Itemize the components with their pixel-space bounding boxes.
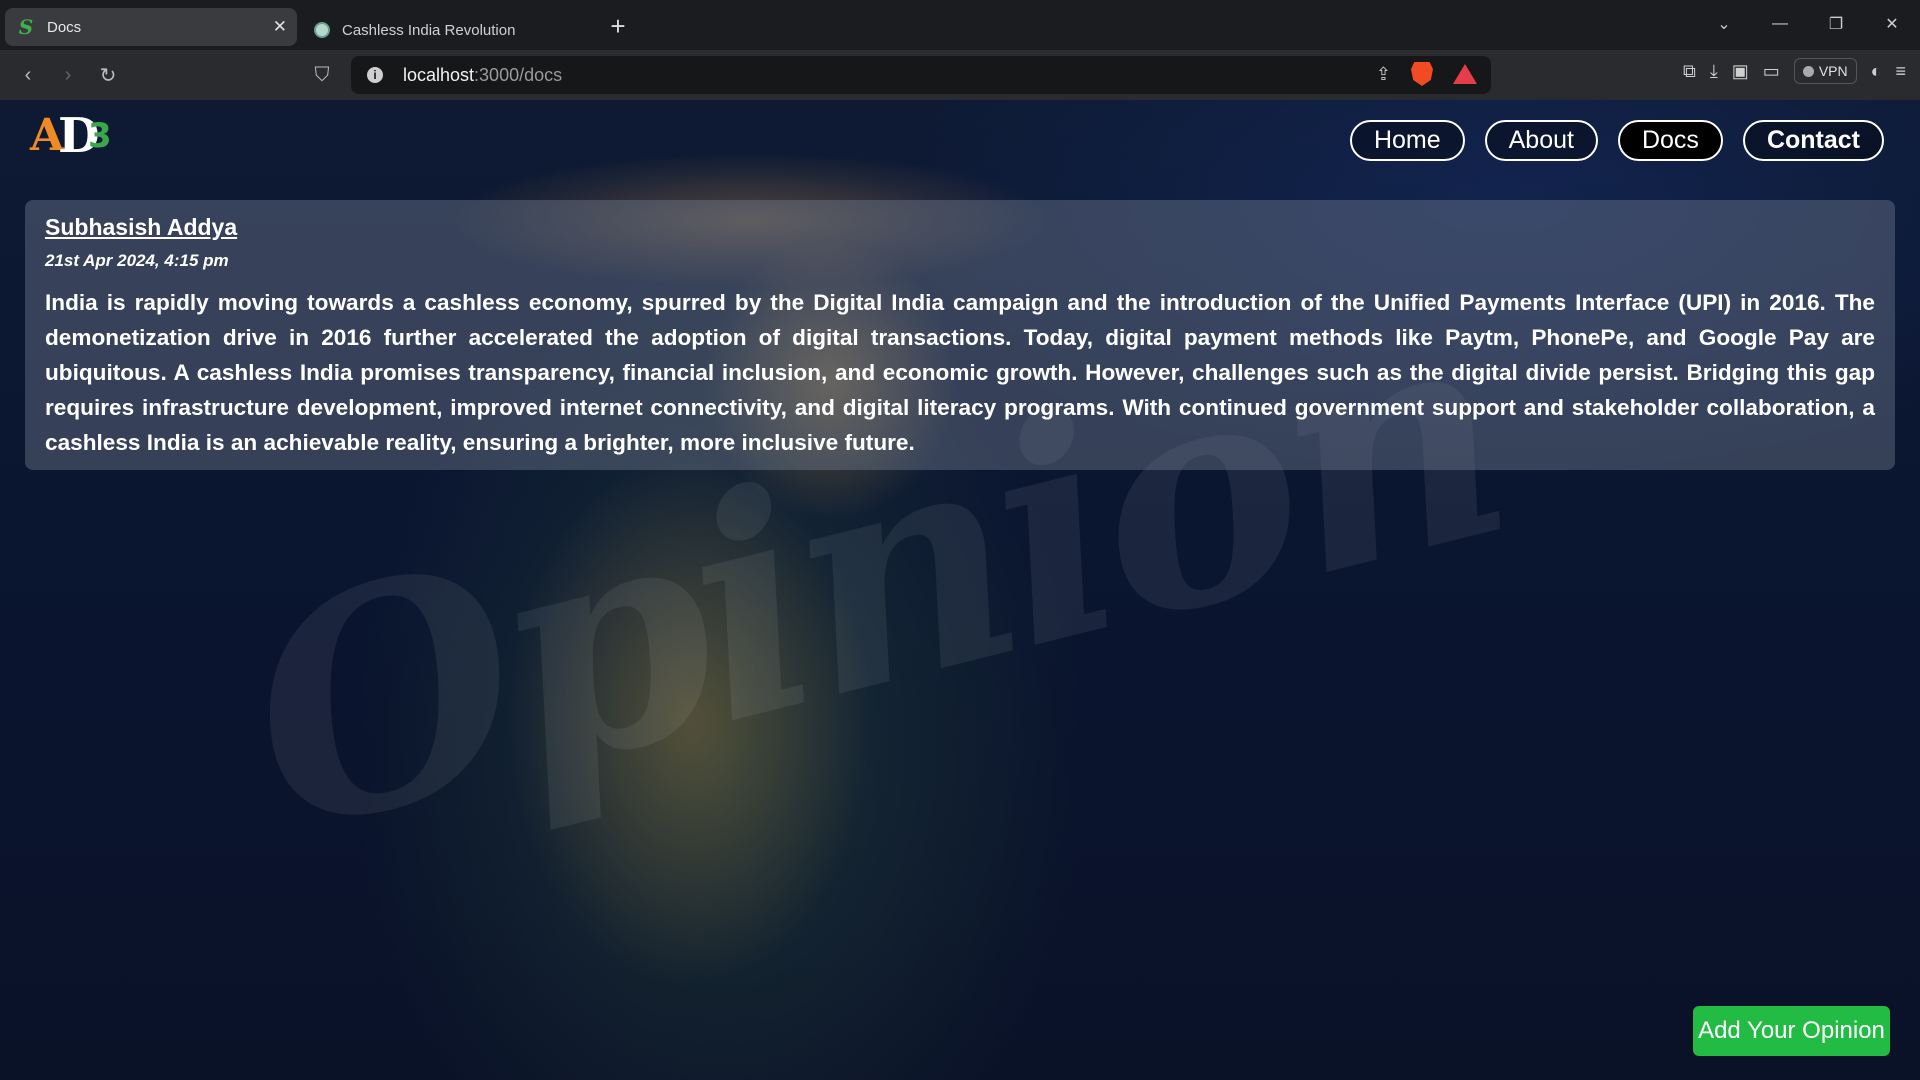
site-info-icon[interactable]: i bbox=[367, 67, 383, 83]
back-icon[interactable]: ‹ bbox=[8, 55, 48, 95]
url-host: localhost bbox=[403, 64, 475, 85]
forward-icon[interactable]: › bbox=[48, 55, 88, 95]
tab-label: Cashless India Revolution bbox=[342, 21, 516, 39]
sidebar-icon[interactable]: ▣ bbox=[1732, 61, 1749, 82]
nav-docs[interactable]: Docs bbox=[1617, 120, 1723, 161]
post-date: 21st Apr 2024, 4:15 pm bbox=[45, 251, 229, 270]
page-background: Opinion A D 3 Home About Docs Contact Su… bbox=[0, 100, 1920, 1080]
bookmark-icon[interactable]: ⛉ bbox=[302, 55, 342, 95]
url-actions: ⇪ bbox=[1376, 62, 1477, 86]
tab-label: Docs bbox=[47, 18, 82, 36]
restore-icon[interactable]: ❐ bbox=[1808, 0, 1864, 48]
minimize-icon[interactable]: — bbox=[1752, 0, 1808, 48]
tab-search-icon[interactable]: ⌄ bbox=[1696, 0, 1752, 48]
close-icon[interactable]: ✕ bbox=[273, 17, 287, 37]
brave-rewards-icon[interactable] bbox=[1453, 64, 1477, 84]
vpn-label: VPN bbox=[1818, 63, 1848, 79]
new-tab-button[interactable]: + bbox=[598, 6, 638, 46]
browser-toolbar: ‹ › ↻ ⛉ i localhost:3000/docs ⇪ ⧉ ⤓ ▣ ▭ … bbox=[0, 50, 1920, 100]
menu-icon[interactable]: ≡ bbox=[1895, 61, 1906, 82]
brave-shields-icon[interactable] bbox=[1411, 62, 1433, 86]
wallet-icon[interactable]: ▭ bbox=[1763, 61, 1780, 82]
browser-tab-strip: S Docs ✕ Cashless India Revolution + ⌄ —… bbox=[0, 0, 1920, 50]
opinion-card: Subhasish Addya 21st Apr 2024, 4:15 pm I… bbox=[25, 200, 1895, 470]
site-favicon-icon: S bbox=[18, 15, 34, 39]
download-icon[interactable]: ⤓ bbox=[1710, 61, 1718, 82]
window-controls: ⌄ — ❐ ✕ bbox=[1696, 0, 1920, 48]
tab-docs[interactable]: S Docs ✕ bbox=[5, 8, 297, 46]
nav-contact[interactable]: Contact bbox=[1742, 120, 1884, 161]
add-opinion-button[interactable]: Add Your Opinion bbox=[1693, 1006, 1890, 1056]
vpn-status-icon bbox=[1802, 65, 1814, 77]
share-icon[interactable]: ⇪ bbox=[1376, 64, 1391, 85]
tab-cashless-india[interactable]: Cashless India Revolution bbox=[302, 10, 592, 50]
url-path: :3000/docs bbox=[474, 64, 563, 85]
author-link[interactable]: Subhasish Addya bbox=[45, 214, 237, 241]
toolbar-right: ⧉ ⤓ ▣ ▭ VPN ◐ ≡ bbox=[1683, 58, 1906, 84]
reload-icon[interactable]: ↻ bbox=[88, 55, 128, 95]
site-logo[interactable]: A D 3 bbox=[30, 108, 120, 164]
main-nav: Home About Docs Contact bbox=[1349, 120, 1884, 161]
leo-ai-icon[interactable]: ◐ bbox=[1871, 61, 1882, 82]
extensions-icon[interactable]: ⧉ bbox=[1683, 61, 1696, 82]
nav-home[interactable]: Home bbox=[1349, 120, 1465, 161]
chatgpt-icon bbox=[314, 22, 330, 38]
vpn-button[interactable]: VPN bbox=[1793, 58, 1857, 84]
nav-about[interactable]: About bbox=[1484, 120, 1598, 161]
close-window-icon[interactable]: ✕ bbox=[1864, 0, 1920, 48]
logo-digit-3: 3 bbox=[88, 116, 112, 156]
address-bar[interactable]: i localhost:3000/docs ⇪ bbox=[351, 56, 1491, 94]
post-body: India is rapidly moving towards a cashle… bbox=[45, 290, 1875, 455]
